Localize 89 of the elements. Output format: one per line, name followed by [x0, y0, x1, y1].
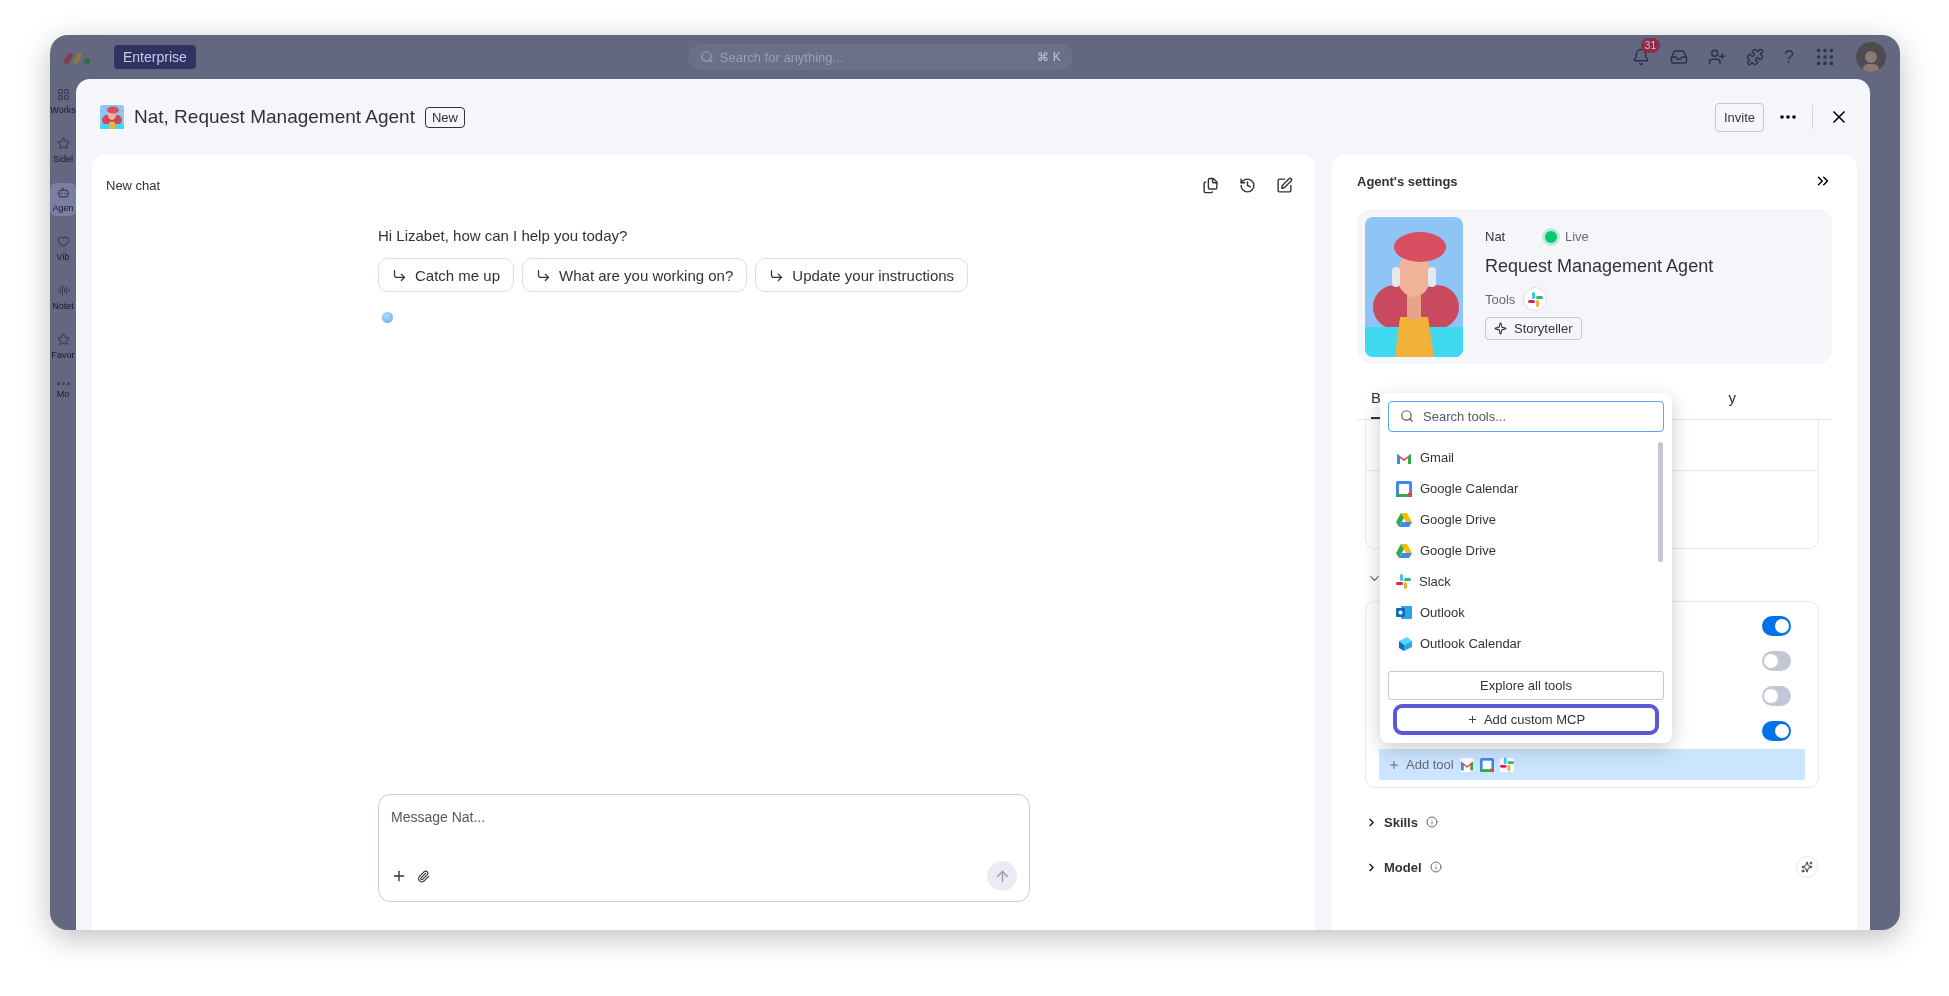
plus-icon [391, 868, 407, 884]
tools-label: Tools [1485, 291, 1516, 307]
sidebar-icon [56, 137, 70, 150]
tool-item[interactable]: Google Drive [1388, 504, 1656, 535]
toggle-switch[interactable] [1762, 721, 1791, 741]
tool-item[interactable]: Gmail [1388, 442, 1656, 473]
new-chat-button[interactable] [1276, 176, 1293, 194]
plus-icon [1388, 758, 1400, 771]
plus-icon [1466, 714, 1478, 725]
sidebar-icon [56, 382, 70, 386]
tool-item[interactable]: Google Calendar [1388, 473, 1656, 504]
plan-badge: Enterprise [114, 45, 196, 69]
chat-title: New chat [106, 177, 161, 193]
agent-status: Live [1565, 229, 1589, 244]
history-button[interactable] [1239, 176, 1256, 194]
search-icon [699, 50, 714, 64]
inbox-button[interactable] [1670, 48, 1688, 66]
tool-item[interactable]: Slack [1388, 566, 1656, 597]
invite-button[interactable]: Invite [1714, 102, 1764, 132]
apps-button[interactable] [1746, 48, 1764, 66]
agent-name: Nat [1485, 229, 1507, 244]
grid-icon [1814, 46, 1836, 68]
pen-icon [1276, 176, 1293, 194]
more-button[interactable] [1780, 115, 1796, 119]
sidebar-icon [56, 284, 70, 297]
triangle-icon [1396, 512, 1412, 527]
sparkle-icon [1494, 322, 1507, 335]
scrollbar-thumb[interactable] [1657, 442, 1663, 562]
notification-count: 31 [1640, 38, 1660, 53]
message-field[interactable]: Message Nat... [391, 807, 1017, 827]
history-icon [1239, 176, 1256, 194]
paperclip-icon [417, 869, 430, 883]
corner-arrow-icon [392, 267, 407, 283]
person-plus-icon [1708, 48, 1726, 66]
corner-arrow-icon [769, 267, 785, 283]
section-toggle[interactable]: Model [1365, 857, 1422, 877]
more-icon [1780, 115, 1796, 119]
search-tools-field[interactable]: Search tools... [1388, 401, 1664, 432]
info-icon [1429, 861, 1442, 873]
mail-icon [1396, 451, 1412, 464]
suggestion-chip[interactable]: Update your instructions [755, 258, 969, 292]
bell-icon [1632, 48, 1650, 66]
search-icon [1400, 409, 1414, 423]
sidebar-icon [56, 235, 70, 248]
tool-item[interactable]: Outlook [1388, 597, 1656, 628]
invite-members-button[interactable] [1708, 48, 1726, 66]
explore-tools-button[interactable]: Explore all tools [1388, 671, 1664, 700]
toggle-switch[interactable] [1762, 616, 1791, 636]
sparkle-button[interactable] [1796, 856, 1818, 878]
greeting-message: Hi Lizabet, how can I help you today? [378, 227, 629, 244]
section-toggle[interactable]: Skills [1365, 812, 1418, 832]
add-custom-mcp-button[interactable]: Add custom MCP [1393, 704, 1659, 735]
tool-item[interactable]: Outlook Calendar [1388, 628, 1656, 659]
info-icon [1425, 816, 1438, 828]
add-tool-button[interactable]: Add tool [1379, 749, 1805, 780]
sparkles-icon [1801, 861, 1813, 873]
toggle-switch[interactable] [1762, 686, 1791, 706]
triangle-icon [1396, 543, 1412, 558]
typing-dot [382, 312, 393, 323]
suggestion-chip[interactable]: Catch me up [378, 258, 515, 292]
agent-title: Nat, Request Management Agent [134, 106, 415, 128]
sidebar-icon [56, 333, 70, 346]
sidebar-icon [56, 186, 70, 199]
copy-button[interactable] [1202, 176, 1219, 194]
corner-arrow-icon [536, 267, 552, 283]
hash-icon [1396, 574, 1411, 589]
plus-button[interactable] [391, 868, 407, 884]
puzzle-icon [1746, 48, 1764, 66]
status-dot [1545, 230, 1557, 243]
send-button[interactable] [987, 861, 1017, 891]
envelope-icon [1396, 605, 1412, 620]
toggle-switch[interactable] [1762, 651, 1791, 671]
notifications-button[interactable] [1632, 48, 1650, 66]
hash-icon [1527, 291, 1543, 307]
inbox-icon [1670, 48, 1688, 66]
settings-title: Agent's settings [1357, 173, 1458, 189]
sidebar-icon [56, 88, 70, 101]
new-tag: New [424, 106, 465, 128]
persona-tag: Storyteller [1485, 317, 1582, 340]
shortcut-hint: ⌘ K [1037, 50, 1061, 64]
agent-role: Request Management Agent [1485, 256, 1714, 277]
sidebar-item[interactable]: Agen [50, 183, 76, 216]
settings-tab[interactable]: y [1728, 386, 1736, 419]
hash-icon [1499, 757, 1514, 772]
files-icon [1202, 176, 1219, 194]
attach-button[interactable] [417, 869, 430, 883]
tool-item[interactable]: Google Drive [1388, 535, 1656, 566]
app-switcher-button[interactable] [1814, 46, 1836, 68]
suggestion-chip[interactable]: What are you working on? [522, 258, 748, 292]
